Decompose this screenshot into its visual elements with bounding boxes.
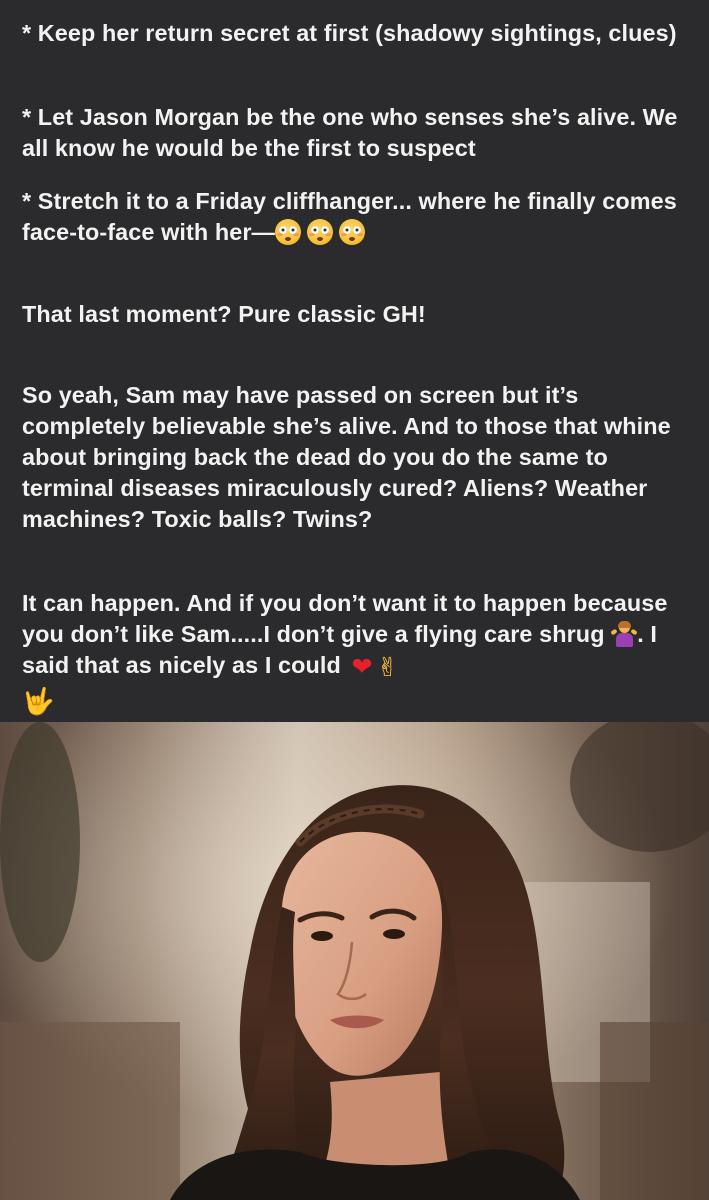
bullet-friday-cliffhanger: * Stretch it to a Friday cliffhanger... …	[22, 186, 692, 248]
flushed-face-icon	[275, 219, 302, 245]
portrait-photo	[0, 722, 709, 1200]
portrait-photo-illustration	[0, 722, 709, 1200]
post-text-panel: * Keep her return secret at first (shado…	[0, 0, 709, 722]
screenshot: * Keep her return secret at first (shado…	[0, 0, 709, 1200]
flushed-face-icon	[307, 219, 334, 245]
paragraph-pure-classic-gh: That last moment? Pure classic GH!	[22, 301, 426, 327]
bullet-jason-morgan: * Let Jason Morgan be the one who senses…	[22, 104, 685, 161]
victory-hand-icon: ✌	[376, 653, 399, 683]
paragraph-it-can-happen: It can happen. And if you don’t want it …	[22, 588, 692, 718]
paragraph-it-can-happen-text: It can happen. And if you don’t want it …	[22, 590, 675, 647]
woman-shrugging-icon	[610, 621, 638, 647]
love-you-gesture-icon: 🤟	[22, 687, 55, 717]
flushed-face-icon	[339, 219, 366, 245]
paragraph-sam-believable: So yeah, Sam may have passed on screen b…	[22, 382, 678, 532]
bullet-keep-secret: * Keep her return secret at first (shado…	[22, 20, 677, 46]
red-heart-icon: ❤	[351, 652, 373, 681]
